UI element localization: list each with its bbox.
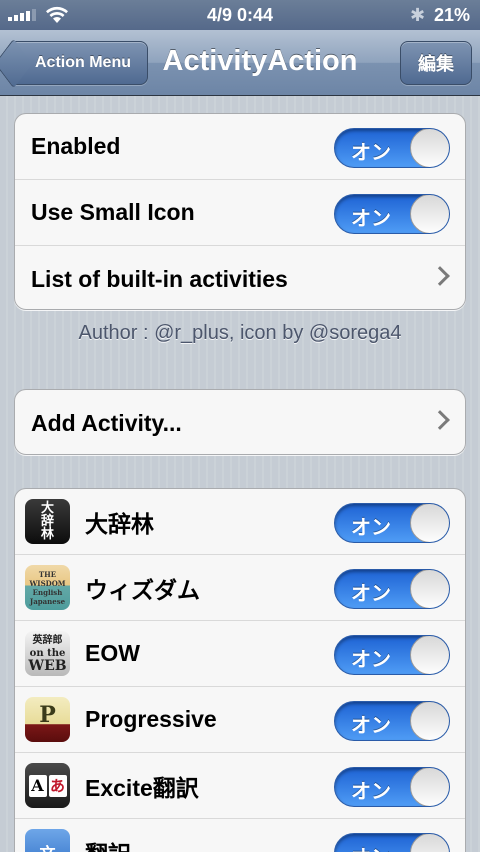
activity-row-daijirin: 大辞林 大辞林 オン	[15, 489, 465, 555]
daijirin-icon: 大辞林	[25, 499, 70, 544]
eow-icon: 英辞郎 on the WEB	[25, 631, 70, 676]
use-small-icon-row: Use Small Icon オン	[15, 180, 465, 246]
activity-name: 大辞林	[85, 510, 154, 537]
toggle-on-text: オン	[351, 517, 391, 539]
builtin-activities-label: List of built-in activities	[31, 265, 288, 292]
activity-row-eow: 英辞郎 on the WEB EOW オン	[15, 621, 465, 687]
activity-name: ウィズダム	[85, 576, 200, 603]
toggle-knob	[410, 570, 449, 608]
translate-toggle[interactable]: オン	[334, 833, 450, 852]
activities-group: 大辞林 大辞林 オン THE WISDOM English Japanese ウィズダ…	[14, 488, 466, 852]
toggle-on-text: オン	[351, 841, 391, 852]
builtin-activities-row[interactable]: List of built-in activities	[15, 246, 465, 309]
eow-toggle[interactable]: オン	[334, 635, 450, 675]
toggle-on-text: オン	[351, 208, 391, 230]
back-button[interactable]: Action Menu	[8, 41, 148, 85]
toggle-knob	[410, 129, 449, 167]
progressive-toggle[interactable]: オン	[334, 701, 450, 741]
add-activity-label: Add Activity...	[31, 409, 182, 436]
toggle-knob	[410, 768, 449, 806]
activity-row-excite: Aあ Excite翻訳 オン	[15, 753, 465, 819]
activity-name: 翻訳	[85, 835, 131, 852]
bluetooth-icon: ✱	[410, 5, 426, 25]
toggle-knob	[410, 195, 449, 233]
add-activity-group: Add Activity...	[14, 389, 466, 455]
excite-icon: Aあ	[25, 763, 70, 808]
enabled-toggle[interactable]: オン	[334, 128, 450, 168]
use-small-icon-label: Use Small Icon	[31, 199, 195, 225]
toggle-on-text: オン	[351, 715, 391, 737]
toggle-knob	[410, 834, 449, 852]
back-button-label: Action Menu	[35, 54, 131, 71]
enabled-label: Enabled	[31, 133, 121, 159]
page-title: ActivityAction	[162, 45, 358, 77]
toggle-on-text: オン	[351, 649, 391, 671]
enabled-row: Enabled オン	[15, 114, 465, 180]
navigation-bar: Action Menu ActivityAction 編集	[0, 30, 480, 96]
activity-row-progressive: P Progressive オン	[15, 687, 465, 753]
edit-button[interactable]: 編集	[400, 41, 472, 85]
translate-icon: 文	[25, 829, 70, 852]
author-credit: Author : @r_plus, icon by @sorega4	[78, 322, 402, 344]
status-time: 4/9 0:44	[206, 5, 274, 25]
add-activity-row[interactable]: Add Activity...	[15, 390, 465, 454]
wisdom-toggle[interactable]: オン	[334, 569, 450, 609]
chevron-right-icon	[430, 266, 450, 286]
progressive-icon: P	[25, 697, 70, 742]
toggle-knob	[410, 702, 449, 740]
excite-toggle[interactable]: オン	[334, 767, 450, 807]
use-small-icon-toggle[interactable]: オン	[334, 194, 450, 234]
chevron-right-icon	[430, 410, 450, 430]
activity-name: Progressive	[85, 706, 217, 732]
toggle-on-text: オン	[351, 583, 391, 605]
battery-percent: 21%	[433, 5, 470, 25]
toggle-on-text: オン	[351, 142, 391, 164]
activity-row-translate: 文 翻訳 オン	[15, 819, 465, 852]
daijirin-toggle[interactable]: オン	[334, 503, 450, 543]
toggle-on-text: オン	[351, 781, 391, 803]
status-bar: 4/9 0:44 ✱ 21%	[0, 0, 480, 30]
wisdom-icon: THE WISDOM English Japanese	[25, 565, 70, 610]
toggle-knob	[410, 636, 449, 674]
settings-group: Enabled オン Use Small Icon オン List of bui…	[14, 113, 466, 310]
toggle-knob	[410, 504, 449, 542]
activity-name: EOW	[85, 640, 140, 666]
activity-name: Excite翻訳	[85, 774, 199, 801]
activity-row-wisdom: THE WISDOM English Japanese ウィズダム オン	[15, 555, 465, 621]
